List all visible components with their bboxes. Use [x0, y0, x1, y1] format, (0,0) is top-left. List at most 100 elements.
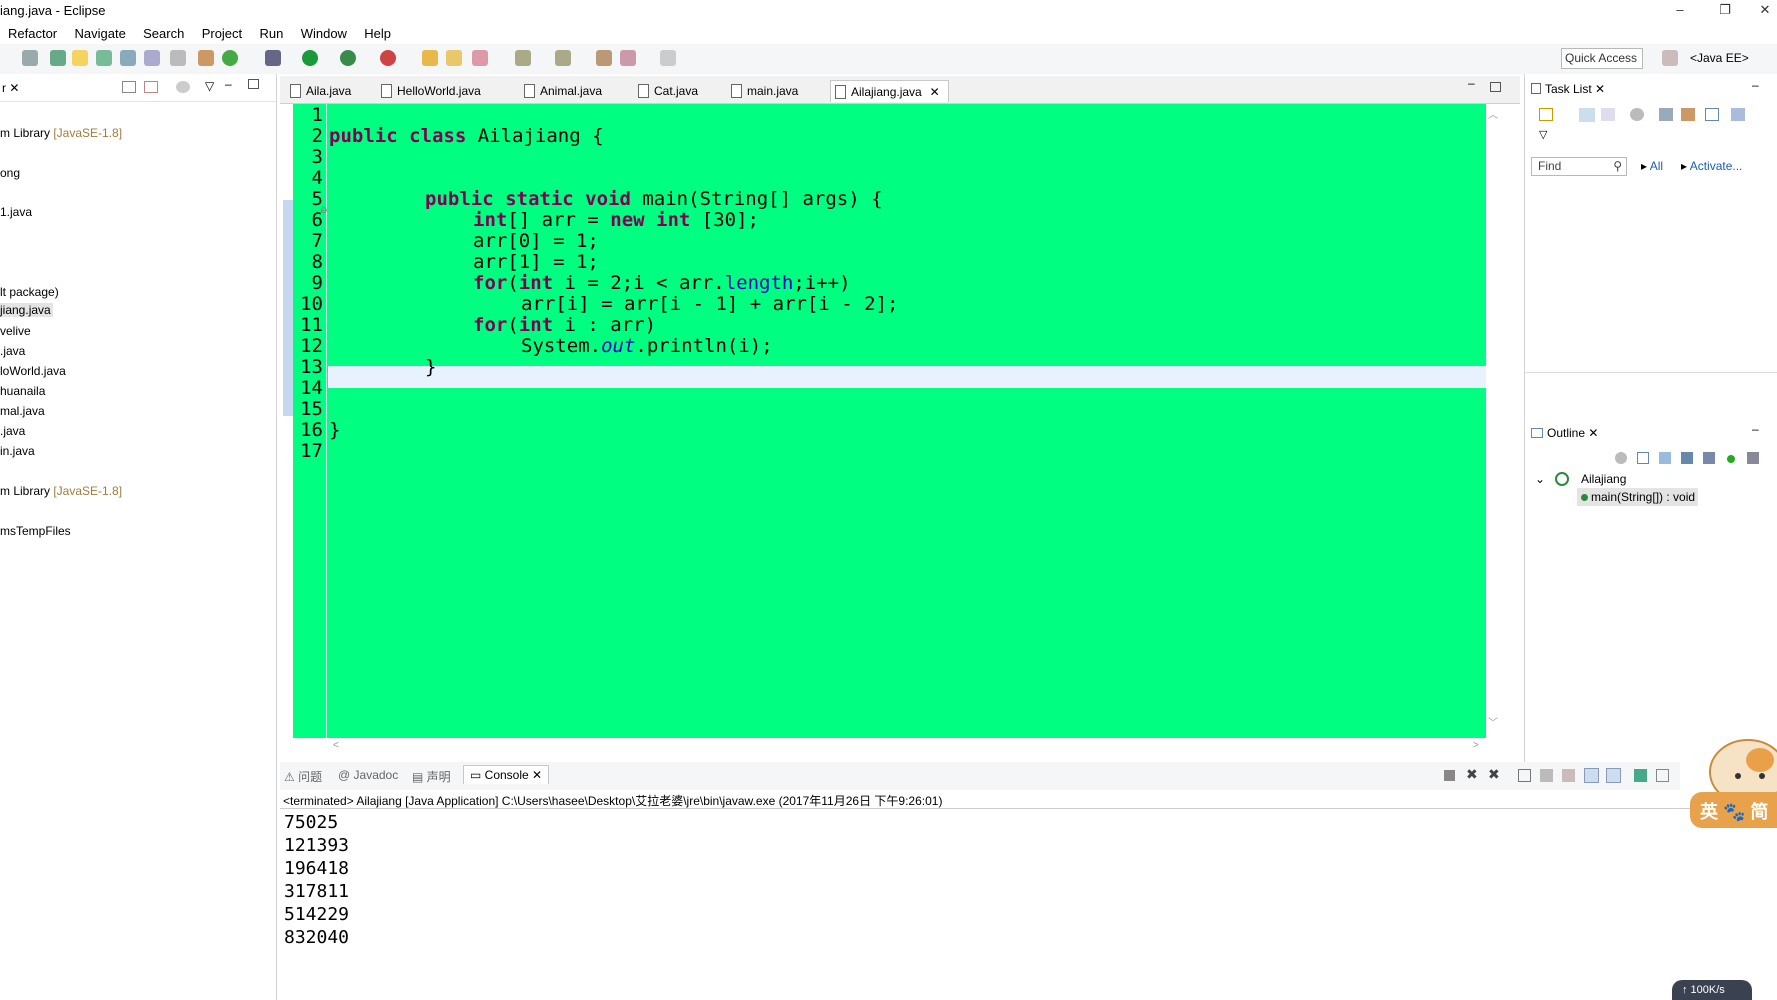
all-filter-link[interactable]: ▸ All	[1641, 159, 1663, 173]
tree-item-selected[interactable]: jiang.java	[0, 303, 53, 317]
scheduled-icon[interactable]	[1601, 108, 1615, 121]
tree-item[interactable]: velive	[0, 324, 31, 338]
view-menu-chevron-down-icon[interactable]: ▽	[205, 79, 214, 93]
task-list-tab[interactable]: Task List ✕	[1531, 82, 1605, 96]
run-icon[interactable]	[302, 50, 318, 66]
next-annotation-icon[interactable]	[515, 50, 531, 66]
forward-icon[interactable]	[660, 50, 676, 66]
scroll-lock-icon[interactable]	[1540, 769, 1553, 782]
tab-helloworld-java[interactable]: HelloWorld.java	[377, 80, 481, 102]
terminate-icon[interactable]	[1444, 770, 1455, 781]
menu-run[interactable]: Run	[260, 24, 284, 44]
minimize-button[interactable]: –	[1660, 2, 1700, 17]
tree-item[interactable]: m Library [JavaSE-1.8]	[0, 484, 122, 498]
new-server-icon[interactable]	[198, 50, 214, 66]
outline-filter-icon[interactable]	[1615, 452, 1627, 464]
quick-access-input[interactable]: Quick Access	[1561, 48, 1643, 69]
collapse-all-icon[interactable]	[122, 81, 136, 93]
scroll-down-icon[interactable]: ﹀	[1488, 714, 1498, 729]
paragraph-icon[interactable]	[170, 50, 186, 66]
explorer-tab-close-icon[interactable]: r ✕	[2, 81, 19, 95]
outline-class-item[interactable]: Ailajiang	[1581, 472, 1626, 486]
remove-all-launches-icon[interactable]: ✖	[1488, 766, 1500, 783]
skip-breakpoints-icon[interactable]	[22, 50, 38, 66]
new-java-package-icon[interactable]	[50, 50, 66, 66]
filter-icon[interactable]	[176, 81, 190, 93]
debug-icon[interactable]	[265, 50, 281, 66]
display-console-icon[interactable]	[1656, 769, 1669, 782]
previous-annotation-icon[interactable]	[555, 50, 571, 66]
hide-local-types-icon[interactable]	[1747, 452, 1759, 464]
tab-main-java[interactable]: main.java	[727, 80, 798, 102]
close-tab-icon[interactable]: ✕	[930, 81, 940, 103]
tab-console[interactable]: ▭ Console ✕	[463, 765, 550, 784]
pin-console-icon[interactable]	[1634, 769, 1647, 782]
minimize-editor-icon[interactable]: –	[1468, 76, 1475, 90]
tab-problems[interactable]: ⚠ 问题	[284, 768, 322, 785]
tab-cat-java[interactable]: Cat.java	[634, 80, 698, 102]
maximize-view-icon[interactable]	[248, 79, 259, 89]
remove-launch-icon[interactable]: ✖	[1466, 766, 1478, 783]
search-icon[interactable]	[472, 50, 488, 66]
filter-completed-icon[interactable]	[1630, 108, 1644, 121]
expand-chevron-icon[interactable]: ⌄	[1535, 472, 1545, 486]
minimize-task-list-icon[interactable]: –	[1752, 78, 1759, 92]
hide-non-public-icon[interactable]	[1727, 455, 1735, 463]
menu-help[interactable]: Help	[364, 24, 391, 44]
collapse-all-tasks-icon[interactable]	[1705, 108, 1719, 121]
synchronize-icon[interactable]	[1681, 108, 1695, 121]
toggle-mark-occurrences-icon[interactable]	[72, 50, 88, 66]
task-find-input[interactable]: Find ⚲	[1531, 157, 1627, 176]
open-task-icon[interactable]	[446, 50, 462, 66]
tree-item[interactable]: ong	[0, 166, 20, 180]
categorized-icon[interactable]	[1579, 108, 1595, 122]
tab-declaration[interactable]: ▤ 声明	[412, 768, 451, 785]
tab-ailajiang-java[interactable]: Ailajiang.java ✕	[830, 80, 949, 102]
sort-icon[interactable]	[1659, 452, 1671, 464]
editor-vertical-scrollbar[interactable]: ︿ ﹀	[1486, 104, 1516, 738]
collapse-outline-icon[interactable]	[1637, 452, 1649, 464]
menu-project[interactable]: Project	[202, 24, 242, 44]
tab-animal-java[interactable]: Animal.java	[520, 80, 602, 102]
tree-item[interactable]: msTempFiles	[0, 524, 71, 538]
scroll-left-icon[interactable]: <	[333, 740, 339, 751]
outline-method-item[interactable]: main(String[]) : void	[1577, 488, 1699, 506]
console-view[interactable]: <terminated> Ailajiang [Java Application…	[280, 790, 1777, 1000]
open-perspective-icon[interactable]	[1662, 50, 1678, 66]
fold-toggle-icon[interactable]: ⊖	[320, 205, 328, 216]
tree-item[interactable]: lt package)	[0, 285, 59, 299]
ime-mascot[interactable]: 英 🐾 简	[1690, 730, 1777, 830]
new-task-icon[interactable]	[1539, 108, 1553, 121]
task-view-menu-icon[interactable]: ▽	[1539, 128, 1547, 141]
word-wrap-icon[interactable]	[1562, 769, 1575, 782]
restore-button[interactable]: ❐	[1705, 2, 1745, 18]
focus-icon[interactable]	[1731, 108, 1745, 121]
clear-console-icon[interactable]	[1518, 769, 1531, 782]
minimize-view-icon[interactable]: –	[225, 77, 232, 91]
tab-aila-java[interactable]: Aila.java	[286, 80, 351, 102]
java-ee-perspective-button[interactable]: <Java EE>	[1690, 49, 1749, 67]
tree-item[interactable]: loWorld.java	[0, 364, 66, 378]
tree-item[interactable]: .java	[0, 344, 25, 358]
activate-link[interactable]: ▸ Activate...	[1681, 159, 1742, 173]
close-button[interactable]: ✕	[1745, 2, 1777, 18]
hide-tasks-icon[interactable]	[1659, 108, 1673, 121]
menu-window[interactable]: Window	[301, 24, 347, 44]
back-icon[interactable]	[620, 50, 636, 66]
hide-static-icon[interactable]	[1703, 452, 1715, 464]
tree-item[interactable]: 1.java	[0, 205, 32, 219]
external-tools-icon[interactable]	[380, 50, 396, 66]
last-edit-location-icon[interactable]	[596, 50, 612, 66]
tree-item[interactable]: .java	[0, 424, 25, 438]
maximize-editor-icon[interactable]	[1490, 82, 1501, 92]
open-type-icon[interactable]	[422, 50, 438, 66]
scroll-right-icon[interactable]: >	[1473, 740, 1479, 751]
menu-search[interactable]: Search	[143, 24, 184, 44]
show-whitespace-icon[interactable]	[144, 50, 160, 66]
tree-item[interactable]: mal.java	[0, 404, 45, 418]
hide-fields-icon[interactable]	[1681, 452, 1693, 464]
scroll-up-icon[interactable]: ︿	[1488, 106, 1498, 121]
block-selection-icon[interactable]	[120, 50, 136, 66]
show-stderr-icon[interactable]	[1606, 768, 1621, 783]
editor-horizontal-scrollbar[interactable]: < >	[293, 738, 1486, 756]
